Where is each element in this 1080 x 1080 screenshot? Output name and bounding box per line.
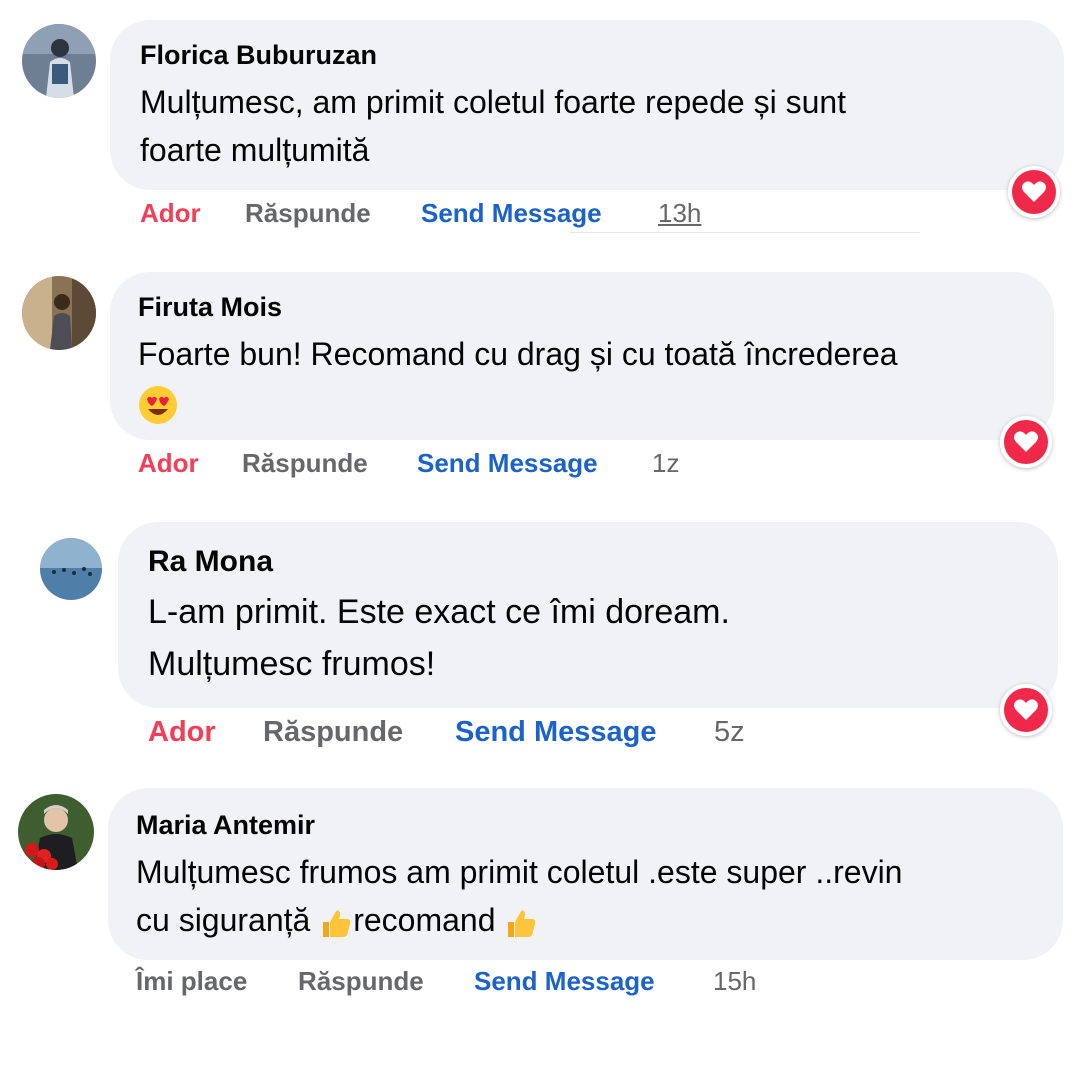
thumbs-up-emoji-icon xyxy=(323,909,351,937)
reaction-badge[interactable] xyxy=(1000,416,1052,468)
comment-text-line: Mulțumesc frumos! xyxy=(148,645,436,683)
send-message-button[interactable]: Send Message xyxy=(417,448,598,479)
avatar[interactable] xyxy=(40,538,102,600)
comment-actions: Ador Răspunde Send Message 5z xyxy=(148,716,948,752)
comment-text-line: Foarte bun! Recomand cu drag și cu toată… xyxy=(138,336,898,372)
timestamp-link[interactable]: 1z xyxy=(652,448,679,479)
reaction-badge[interactable] xyxy=(1008,166,1060,218)
heart-icon xyxy=(1004,420,1048,464)
comment-text: L-am primit. Este exact ce îmi doream. M… xyxy=(148,586,730,690)
love-react-button[interactable]: Ador xyxy=(140,198,201,229)
comment-actions: Ador Răspunde Send Message 1z xyxy=(138,448,938,482)
comment-text: Mulțumesc frumos am primit coletul .este… xyxy=(136,848,902,944)
comment-author[interactable]: Florica Buburuzan xyxy=(140,40,377,71)
comment-author[interactable]: Ra Mona xyxy=(148,545,273,579)
timestamp-link[interactable]: 15h xyxy=(713,966,756,997)
thumbs-up-emoji-icon xyxy=(508,909,536,937)
comment-text-segment: cu siguranță xyxy=(136,902,311,938)
reaction-badge[interactable] xyxy=(1000,684,1052,736)
comment-text-line: Mulțumesc, am primit coletul foarte repe… xyxy=(140,84,847,120)
heart-icon xyxy=(1004,688,1048,732)
love-react-button[interactable]: Ador xyxy=(148,716,216,749)
like-react-button[interactable]: Îmi place xyxy=(136,966,247,997)
heart-icon xyxy=(1012,170,1056,214)
send-message-button[interactable]: Send Message xyxy=(421,198,602,229)
comment-text-line: L-am primit. Este exact ce îmi doream. xyxy=(148,593,730,631)
love-react-button[interactable]: Ador xyxy=(138,448,199,479)
comment-text-line: foarte mulțumită xyxy=(140,132,370,168)
reply-button[interactable]: Răspunde xyxy=(242,448,368,479)
comment-text: Foarte bun! Recomand cu drag și cu toată… xyxy=(138,330,898,426)
comment-text: Mulțumesc, am primit coletul foarte repe… xyxy=(140,78,846,174)
reply-button[interactable]: Răspunde xyxy=(245,198,371,229)
reply-button[interactable]: Răspunde xyxy=(263,716,403,749)
comment-author[interactable]: Maria Antemir xyxy=(136,810,315,841)
comment-text-segment: recomand xyxy=(353,902,496,938)
send-message-button[interactable]: Send Message xyxy=(474,966,655,997)
heart-eyes-emoji-icon xyxy=(139,385,177,424)
timestamp-link[interactable]: 5z xyxy=(714,716,745,749)
comment-text-line: Mulțumesc frumos am primit coletul .este… xyxy=(136,854,903,890)
reply-button[interactable]: Răspunde xyxy=(298,966,424,997)
send-message-button[interactable]: Send Message xyxy=(455,716,656,749)
comment-text-line-2: cu siguranță recomand xyxy=(136,896,902,944)
avatar[interactable] xyxy=(22,276,96,350)
comment-emoji-line xyxy=(138,378,898,426)
avatar[interactable] xyxy=(22,24,96,98)
avatar[interactable] xyxy=(18,794,94,870)
comment-author[interactable]: Firuta Mois xyxy=(138,292,282,323)
divider xyxy=(570,232,920,233)
timestamp-link[interactable]: 13h xyxy=(658,198,701,229)
comment-actions: Îmi place Răspunde Send Message 15h xyxy=(136,966,936,1000)
comment-actions: Ador Răspunde Send Message 13h xyxy=(140,198,940,232)
